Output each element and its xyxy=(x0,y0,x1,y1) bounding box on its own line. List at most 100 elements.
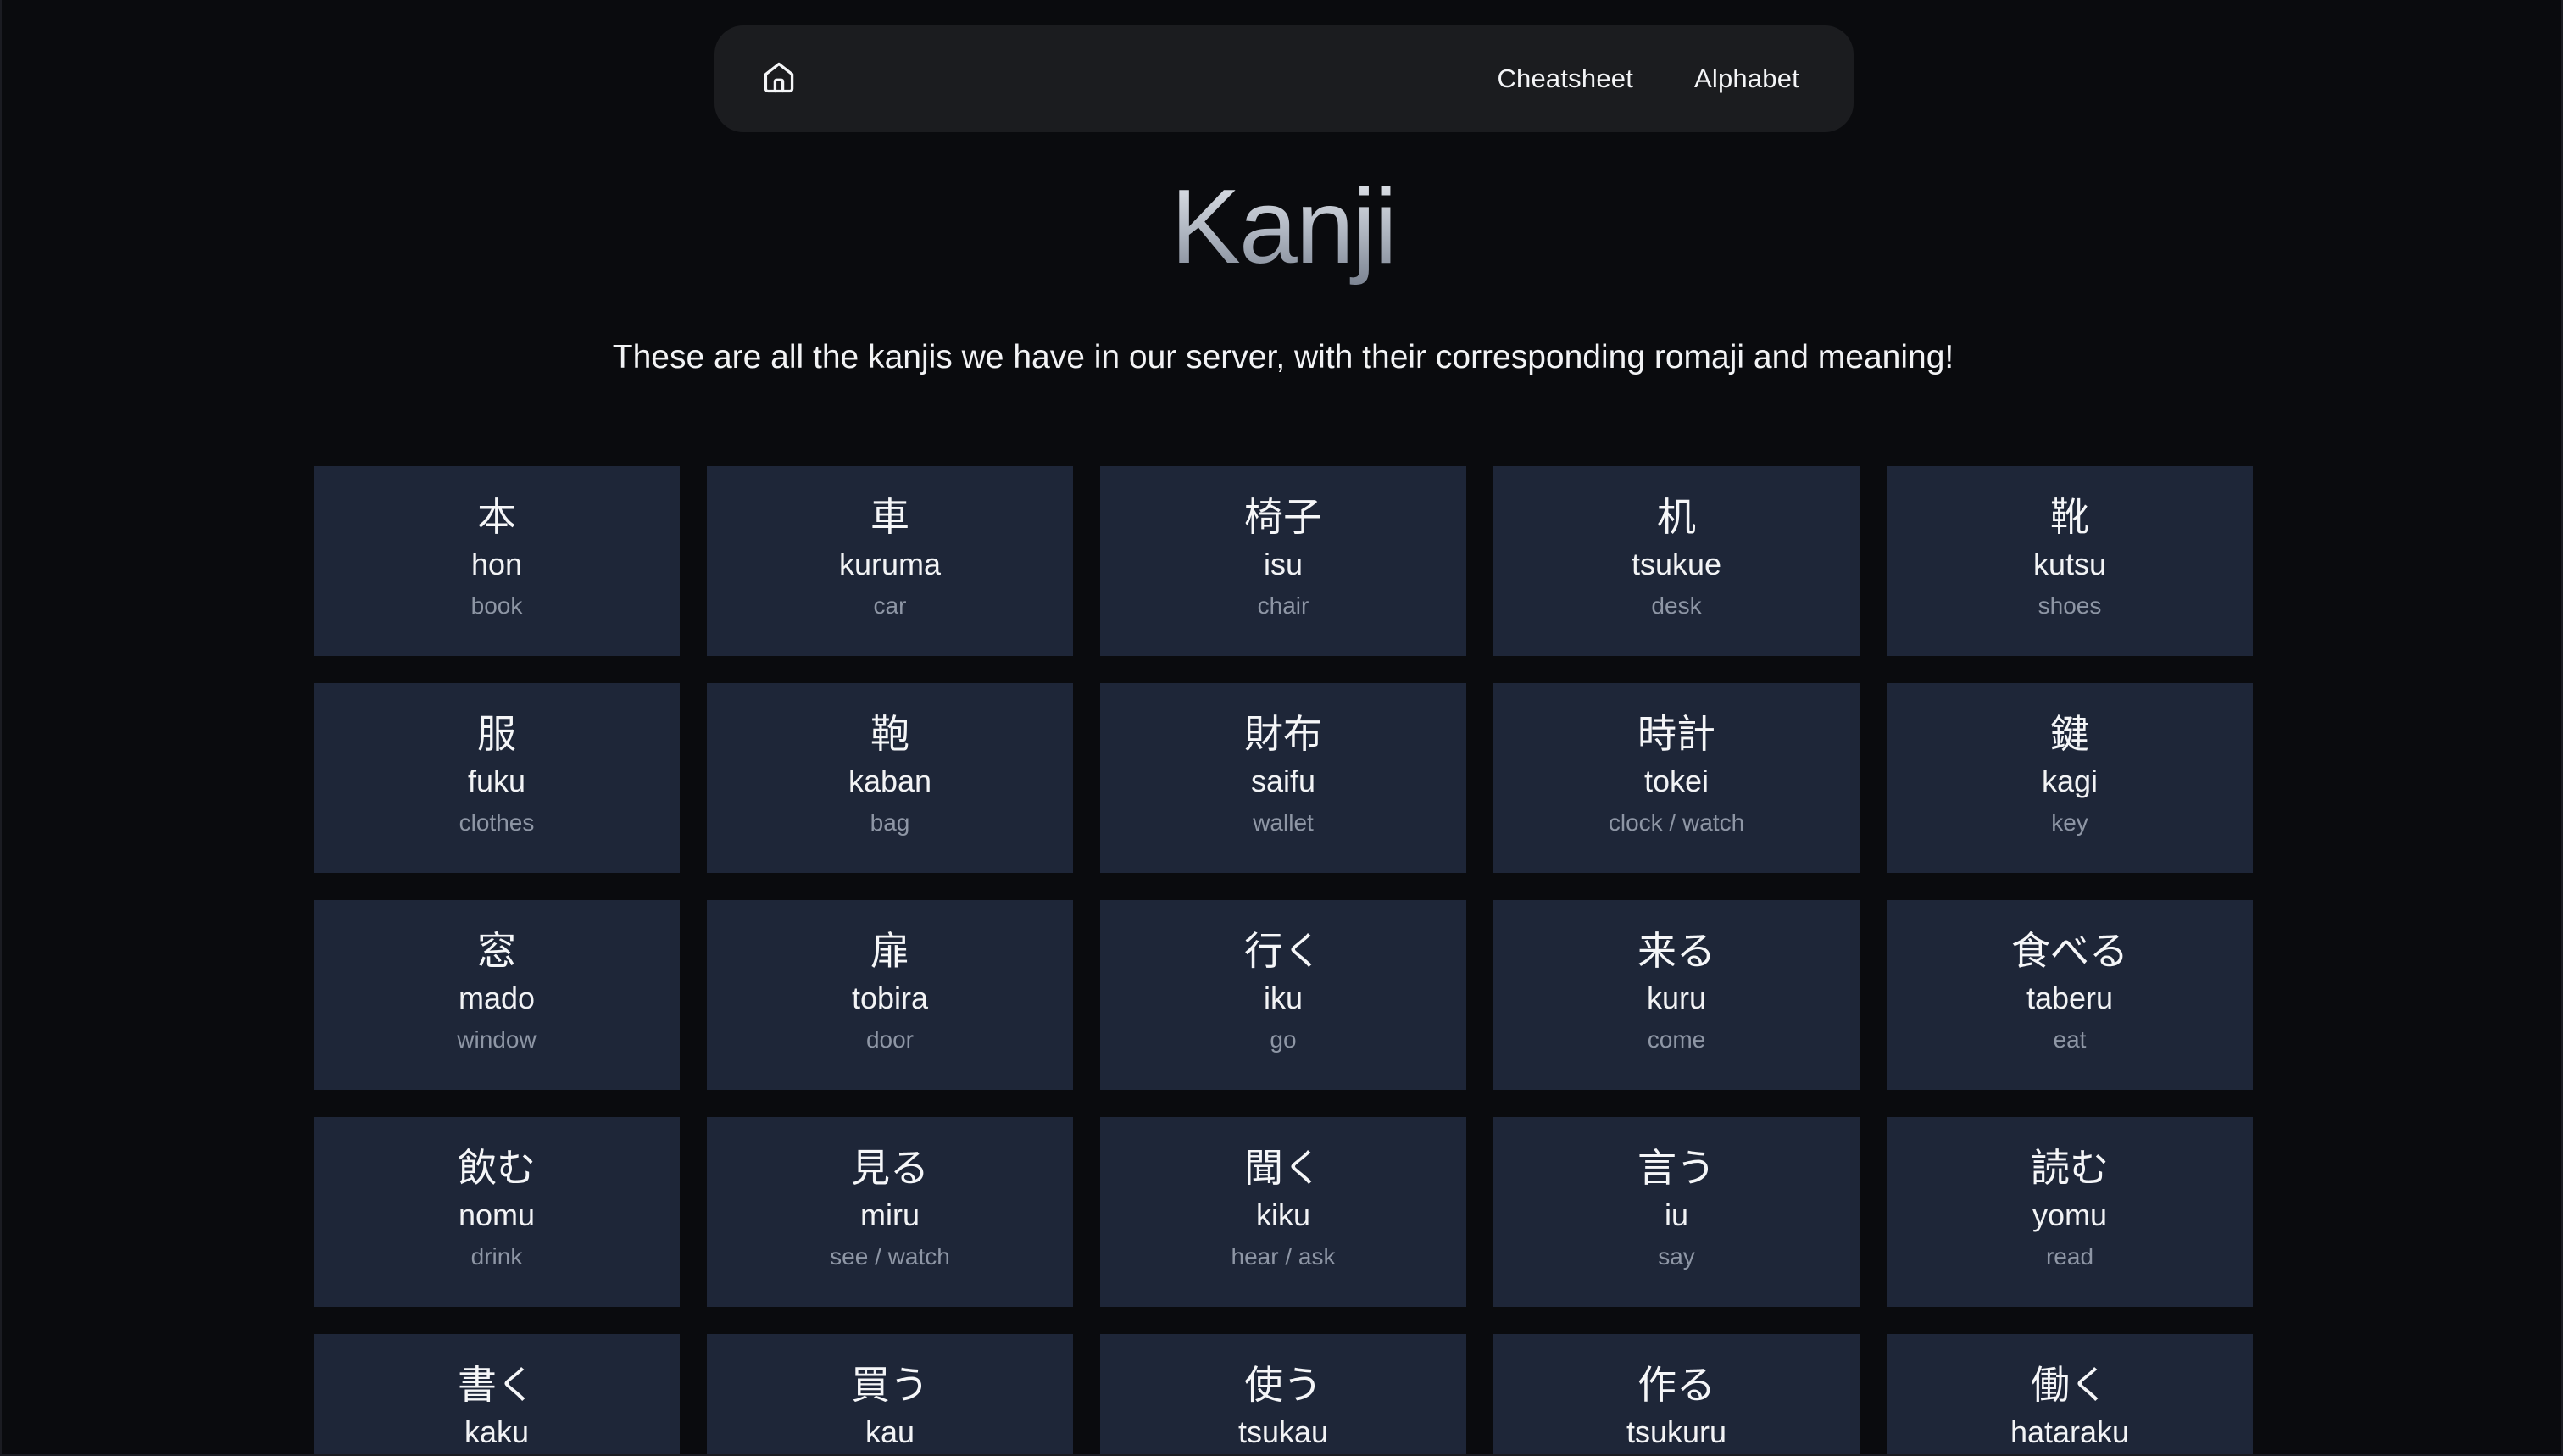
kanji-romaji: miru xyxy=(860,1198,920,1232)
kanji-romaji: hataraku xyxy=(2010,1414,2130,1449)
kanji-card-iku[interactable]: 行く iku go xyxy=(1100,900,1466,1090)
kanji-character: 見る xyxy=(851,1145,929,1191)
kanji-card-miru[interactable]: 見る miru see / watch xyxy=(707,1117,1073,1307)
kanji-card-tobira[interactable]: 扉 tobira door xyxy=(707,900,1073,1090)
kanji-card-isu[interactable]: 椅子 isu chair xyxy=(1100,466,1466,656)
kanji-character: 時計 xyxy=(1637,711,1715,757)
kanji-romaji: kaban xyxy=(848,764,932,798)
nav-links: Cheatsheet Alphabet xyxy=(1497,25,1799,132)
kanji-card-saifu[interactable]: 財布 saifu wallet xyxy=(1100,683,1466,873)
nav-link-cheatsheet[interactable]: Cheatsheet xyxy=(1497,64,1633,94)
kanji-meaning: see / watch xyxy=(830,1243,950,1270)
kanji-character: 聞く xyxy=(1244,1145,1322,1191)
kanji-meaning: come xyxy=(1647,1026,1706,1053)
kanji-romaji: mado xyxy=(458,981,536,1015)
kanji-card-tokei[interactable]: 時計 tokei clock / watch xyxy=(1493,683,1860,873)
kanji-card-kaku[interactable]: 書く kaku xyxy=(314,1334,680,1454)
kanji-romaji: kagi xyxy=(2041,764,2099,798)
kanji-romaji: tsukau xyxy=(1237,1414,1329,1449)
kanji-card-kaban[interactable]: 鞄 kaban bag xyxy=(707,683,1073,873)
kanji-meaning: key xyxy=(2051,809,2088,836)
kanji-meaning: window xyxy=(457,1026,537,1053)
kanji-character: 財布 xyxy=(1244,711,1322,757)
kanji-character: 買う xyxy=(851,1362,929,1408)
kanji-meaning: shoes xyxy=(2038,592,2102,619)
kanji-romaji: isu xyxy=(1263,547,1304,581)
kanji-romaji: kuru xyxy=(1646,981,1707,1015)
kanji-card-iu[interactable]: 言う iu say xyxy=(1493,1117,1860,1307)
page-title: Kanji xyxy=(2,169,2561,286)
kanji-character: 窓 xyxy=(477,928,516,974)
top-navbar: Cheatsheet Alphabet xyxy=(714,25,1854,132)
kanji-meaning: drink xyxy=(470,1243,523,1270)
kanji-meaning: door xyxy=(865,1026,915,1053)
kanji-grid: 本 hon book 車 kuruma car 椅子 isu chair 机 t… xyxy=(314,466,2254,1454)
kanji-card-kuru[interactable]: 来る kuru come xyxy=(1493,900,1860,1090)
kanji-meaning: book xyxy=(470,592,523,619)
kanji-meaning: car xyxy=(873,592,907,619)
kanji-card-hataraku[interactable]: 働く hataraku xyxy=(1887,1334,2253,1454)
kanji-card-nomu[interactable]: 飲む nomu drink xyxy=(314,1117,680,1307)
kanji-character: 服 xyxy=(477,711,516,757)
kanji-character: 作る xyxy=(1637,1362,1715,1408)
kanji-character: 靴 xyxy=(2050,494,2089,540)
kanji-card-kagi[interactable]: 鍵 kagi key xyxy=(1887,683,2253,873)
kanji-meaning: say xyxy=(1658,1243,1695,1270)
kanji-card-kiku[interactable]: 聞く kiku hear / ask xyxy=(1100,1117,1466,1307)
kanji-character: 飲む xyxy=(458,1145,536,1191)
kanji-romaji: tsukuru xyxy=(1626,1414,1727,1449)
kanji-meaning: clock / watch xyxy=(1608,809,1745,836)
kanji-character: 車 xyxy=(870,494,909,540)
kanji-character: 行く xyxy=(1244,928,1322,974)
kanji-character: 読む xyxy=(2031,1145,2109,1191)
kanji-character: 書く xyxy=(458,1362,536,1408)
kanji-meaning: eat xyxy=(2053,1026,2087,1053)
kanji-character: 言う xyxy=(1637,1145,1715,1191)
kanji-card-tsukau[interactable]: 使う tsukau xyxy=(1100,1334,1466,1454)
kanji-meaning: clothes xyxy=(459,809,535,836)
kanji-character: 使う xyxy=(1244,1362,1322,1408)
kanji-card-fuku[interactable]: 服 fuku clothes xyxy=(314,683,680,873)
kanji-card-mado[interactable]: 窓 mado window xyxy=(314,900,680,1090)
kanji-character: 椅子 xyxy=(1244,494,1322,540)
kanji-meaning: go xyxy=(1270,1026,1297,1053)
kanji-romaji: saifu xyxy=(1250,764,1316,798)
kanji-romaji: iku xyxy=(1263,981,1304,1015)
kanji-romaji: yomu xyxy=(2032,1198,2108,1232)
kanji-romaji: iu xyxy=(1664,1198,1689,1232)
kanji-character: 食べる xyxy=(2011,928,2128,974)
kanji-character: 鞄 xyxy=(870,711,909,757)
kanji-meaning: hear / ask xyxy=(1231,1243,1336,1270)
page-subtitle: These are all the kanjis we have in our … xyxy=(612,339,1954,375)
kanji-card-tsukuru[interactable]: 作る tsukuru xyxy=(1493,1334,1860,1454)
kanji-card-taberu[interactable]: 食べる taberu eat xyxy=(1887,900,2253,1090)
kanji-romaji: fuku xyxy=(467,764,526,798)
kanji-meaning: wallet xyxy=(1253,809,1314,836)
kanji-character: 本 xyxy=(477,494,516,540)
kanji-card-kau[interactable]: 買う kau xyxy=(707,1334,1073,1454)
kanji-meaning: chair xyxy=(1257,592,1309,619)
kanji-card-hon[interactable]: 本 hon book xyxy=(314,466,680,656)
nav-link-alphabet[interactable]: Alphabet xyxy=(1694,64,1799,94)
kanji-character: 鍵 xyxy=(2050,711,2089,757)
kanji-romaji: tokei xyxy=(1643,764,1710,798)
kanji-card-kuruma[interactable]: 車 kuruma car xyxy=(707,466,1073,656)
kanji-character: 扉 xyxy=(870,928,909,974)
home-button[interactable] xyxy=(757,57,801,101)
kanji-romaji: kutsu xyxy=(2032,547,2107,581)
kanji-meaning: read xyxy=(2045,1243,2094,1270)
kanji-romaji: kau xyxy=(865,1414,915,1449)
kanji-romaji: nomu xyxy=(458,1198,536,1232)
kanji-meaning: desk xyxy=(1651,592,1702,619)
kanji-card-tsukue[interactable]: 机 tsukue desk xyxy=(1493,466,1860,656)
kanji-character: 働く xyxy=(2031,1362,2109,1408)
kanji-romaji: kuruma xyxy=(838,547,942,581)
kanji-card-yomu[interactable]: 読む yomu read xyxy=(1887,1117,2253,1307)
home-icon xyxy=(760,58,798,100)
app-window: Cheatsheet Alphabet Kanji These are all … xyxy=(0,0,2563,1456)
kanji-meaning: bag xyxy=(870,809,910,836)
kanji-romaji: tobira xyxy=(851,981,929,1015)
kanji-character: 来る xyxy=(1637,928,1715,974)
kanji-romaji: tsukue xyxy=(1631,547,1722,581)
kanji-card-kutsu[interactable]: 靴 kutsu shoes xyxy=(1887,466,2253,656)
